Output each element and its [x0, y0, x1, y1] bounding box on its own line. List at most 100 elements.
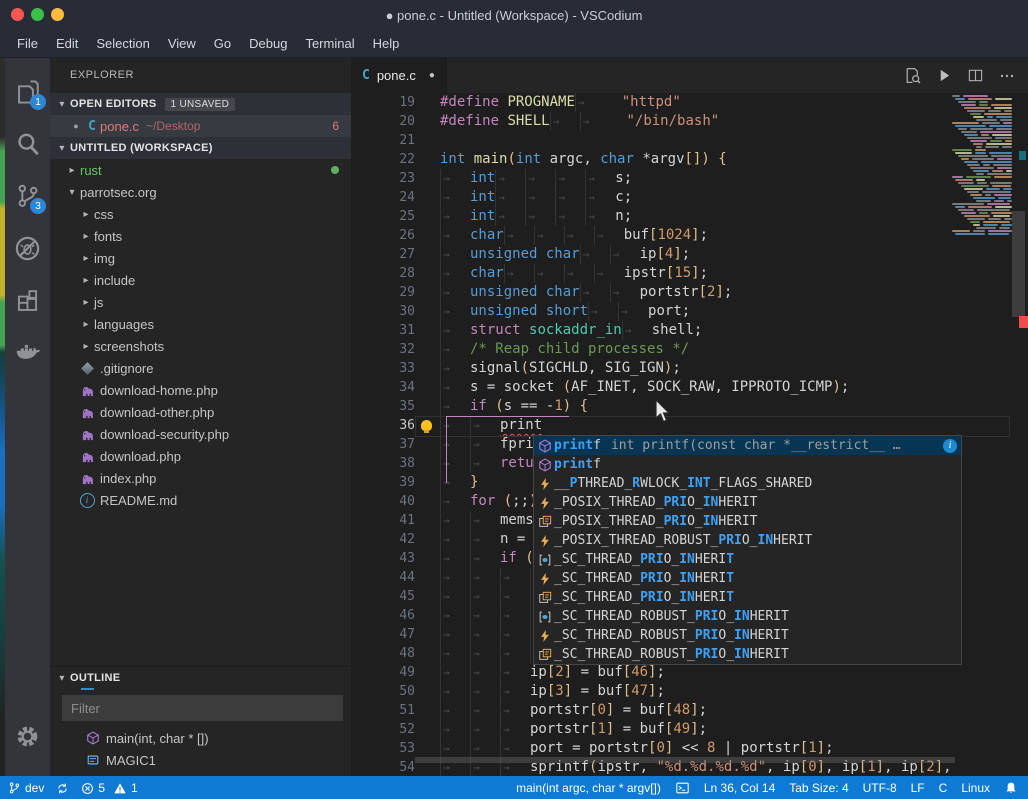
outline-item-main-int-char-[interactable]: main(int, char * [])	[50, 727, 351, 749]
suggestion-item-1[interactable]: printf	[534, 455, 961, 474]
split-editor-icon[interactable]	[968, 68, 983, 83]
code-line-30[interactable]: 30 → unsigned short → → port;	[351, 302, 1028, 321]
vertical-scrollbar[interactable]	[1012, 211, 1025, 317]
tab-size-indicator[interactable]: Tab Size: 4	[789, 781, 848, 795]
suggestion-item-2[interactable]: __PTHREAD_RWLOCK_INT_FLAGS_SHARED	[534, 474, 961, 493]
source-control-activity-icon[interactable]: 3	[5, 170, 50, 222]
outline-section-header[interactable]: ▾ OUTLINE	[50, 666, 351, 690]
menu-item-edit[interactable]: Edit	[47, 36, 87, 51]
search-activity-icon[interactable]	[5, 118, 50, 170]
code-line-22[interactable]: 22 int main(int argc, char *argv[]) {	[351, 150, 1028, 169]
explorer-activity-icon[interactable]: 1	[5, 66, 50, 118]
menu-item-help[interactable]: Help	[364, 36, 409, 51]
more-actions-icon[interactable]	[999, 68, 1015, 84]
extensions-activity-icon[interactable]	[5, 274, 50, 326]
open-editor-item-pone-c[interactable]: ● C pone.c ~/Desktop 6	[50, 115, 351, 137]
git-branch-indicator[interactable]: dev	[8, 781, 44, 795]
outline-item-magic1[interactable]: MAGIC1	[50, 749, 351, 771]
tab-pone-c[interactable]: C pone.c ●	[351, 58, 447, 93]
horizontal-scrollbar[interactable]	[415, 757, 955, 763]
tree-item-parrotsec-org[interactable]: ▾ parrotsec.org	[50, 181, 351, 203]
menu-item-file[interactable]: File	[8, 36, 47, 51]
code-line-49[interactable]: 49 → → → ip[2] = buf[46];	[351, 663, 1028, 682]
code-line-28[interactable]: 28 → char → → → → ipstr[15];	[351, 264, 1028, 283]
suggestion-item-4[interactable]: _POSIX_THREAD_PRIO_INHERIT	[534, 512, 961, 531]
code-editor[interactable]: 19 #define PROGNAME → "httpd" 20 #define SHE…	[351, 93, 1028, 776]
code-line-33[interactable]: 33 → signal(SIGCHLD, SIG_IGN);	[351, 359, 1028, 378]
open-editors-header[interactable]: ▾ OPEN EDITORS 1 UNSAVED	[50, 93, 351, 115]
code-line-20[interactable]: 20 #define SHELL → → "/bin/bash"	[351, 112, 1028, 131]
menu-item-debug[interactable]: Debug	[240, 36, 296, 51]
code-line-19[interactable]: 19 #define PROGNAME → "httpd"	[351, 93, 1028, 112]
suggestion-item-0[interactable]: printf int printf(const char *__restrict_…	[534, 436, 961, 455]
suggestion-item-11[interactable]: _SC_THREAD_ROBUST_PRIO_INHERIT	[534, 645, 961, 664]
workspace-section-header[interactable]: ▾ UNTITLED (WORKSPACE)	[50, 137, 351, 159]
line-col-indicator[interactable]: Ln 36, Col 14	[704, 781, 775, 795]
os-indicator[interactable]: Linux	[961, 781, 990, 795]
code-line-21[interactable]: 21	[351, 131, 1028, 150]
maximize-window-button[interactable]	[31, 8, 44, 21]
tree-item-fonts[interactable]: ▸ fonts	[50, 225, 351, 247]
problems-indicator[interactable]: 5 1	[81, 781, 138, 795]
menu-item-view[interactable]: View	[159, 36, 205, 51]
code-line-53[interactable]: 53 → → → port = portstr[0] << 8 | portstr[1]…	[351, 739, 1028, 758]
code-line-24[interactable]: 24 → int → → → → c;	[351, 188, 1028, 207]
gear-icon[interactable]	[5, 710, 50, 762]
suggestion-item-9[interactable]: _SC_THREAD_ROBUST_PRIO_INHERIT	[534, 607, 961, 626]
encoding-indicator[interactable]: UTF-8	[863, 781, 897, 795]
terminal-icon[interactable]	[675, 781, 690, 795]
code-line-51[interactable]: 51 → → → portstr[0] = buf[48];	[351, 701, 1028, 720]
docker-activity-icon[interactable]	[5, 326, 50, 378]
menu-item-selection[interactable]: Selection	[87, 36, 158, 51]
code-line-27[interactable]: 27 → unsigned char → → ip[4];	[351, 245, 1028, 264]
debug-disabled-activity-icon[interactable]	[5, 222, 50, 274]
tree-item-index-php[interactable]: index.php	[50, 467, 351, 489]
code-line-25[interactable]: 25 → int → → → → n;	[351, 207, 1028, 226]
suggestion-item-6[interactable]: _SC_THREAD_PRIO_INHERIT	[534, 550, 961, 569]
code-line-34[interactable]: 34 → s = socket (AF_INET, SOCK_RAW, IPPROT…	[351, 378, 1028, 397]
code-line-23[interactable]: 23 → int → → → → s;	[351, 169, 1028, 188]
outline-item-magic2[interactable]: MAGIC2	[50, 771, 351, 777]
tree-item-languages[interactable]: ▸ languages	[50, 313, 351, 335]
info-icon[interactable]: i	[943, 438, 957, 453]
menu-item-go[interactable]: Go	[205, 36, 240, 51]
code-line-52[interactable]: 52 → → → portstr[1] = buf[49];	[351, 720, 1028, 739]
menu-item-terminal[interactable]: Terminal	[296, 36, 363, 51]
code-line-36[interactable]: 36 → → print	[351, 416, 1028, 435]
code-line-31[interactable]: 31 → struct sockaddr_in → shell;	[351, 321, 1028, 340]
tree-item-download-home-php[interactable]: download-home.php	[50, 379, 351, 401]
open-preview-icon[interactable]	[904, 67, 921, 84]
eol-indicator[interactable]: LF	[911, 781, 925, 795]
code-line-32[interactable]: 32 →/* Reap child processes */	[351, 340, 1028, 359]
lightbulb-icon[interactable]	[421, 420, 432, 433]
suggestion-item-10[interactable]: _SC_THREAD_ROBUST_PRIO_INHERIT	[534, 626, 961, 645]
tree-item-download-php[interactable]: download.php	[50, 445, 351, 467]
outline-filter-input[interactable]	[62, 695, 343, 721]
tree-item-rust[interactable]: ▸ rust	[50, 159, 351, 181]
tree-item-screenshots[interactable]: ▸ screenshots	[50, 335, 351, 357]
tree-item-js[interactable]: ▸ js	[50, 291, 351, 313]
sync-button[interactable]	[56, 782, 69, 795]
tree-item-img[interactable]: ▸ img	[50, 247, 351, 269]
tree-item-download-security-php[interactable]: download-security.php	[50, 423, 351, 445]
run-icon[interactable]	[937, 68, 952, 83]
tree-item-css[interactable]: ▸ css	[50, 203, 351, 225]
suggestion-item-3[interactable]: _POSIX_THREAD_PRIO_INHERIT	[534, 493, 961, 512]
tree-item-download-other-php[interactable]: download-other.php	[50, 401, 351, 423]
minimap[interactable]	[950, 95, 1013, 236]
tab-dirty-icon[interactable]: ●	[429, 70, 435, 81]
language-mode-indicator[interactable]: C	[939, 781, 948, 795]
suggestion-item-8[interactable]: _SC_THREAD_PRIO_INHERIT	[534, 588, 961, 607]
minimize-window-button[interactable]	[51, 8, 64, 21]
code-line-50[interactable]: 50 → → → ip[3] = buf[47];	[351, 682, 1028, 701]
code-line-26[interactable]: 26 → char → → → → buf[1024];	[351, 226, 1028, 245]
symbol-breadcrumb[interactable]: main(int argc, char * argv[])	[516, 781, 661, 795]
close-window-button[interactable]	[11, 8, 24, 21]
dirty-indicator-icon[interactable]: ●	[68, 121, 84, 131]
suggestion-item-5[interactable]: _POSIX_THREAD_ROBUST_PRIO_INHERIT	[534, 531, 961, 550]
code-line-29[interactable]: 29 → unsigned char → → portstr[2];	[351, 283, 1028, 302]
tree-item-include[interactable]: ▸ include	[50, 269, 351, 291]
bell-icon[interactable]	[1004, 781, 1018, 795]
tree-item--gitignore[interactable]: .gitignore	[50, 357, 351, 379]
code-line-35[interactable]: 35 → if (s == -1) {	[351, 397, 1028, 416]
